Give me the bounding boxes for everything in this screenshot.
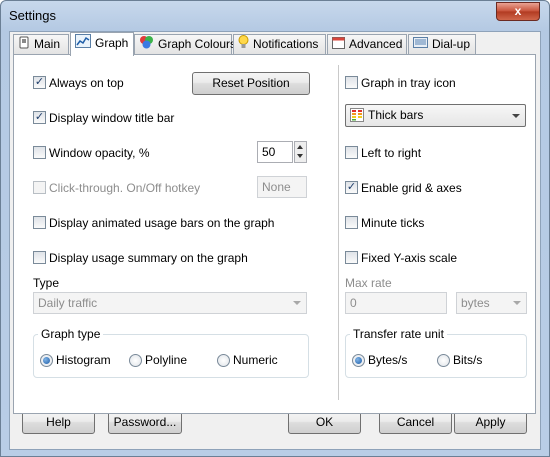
display-title-bar-label: Display window title bar bbox=[49, 111, 175, 125]
usage-summary-label: Display usage summary on the graph bbox=[49, 251, 248, 265]
transfer-unit-legend: Transfer rate unit bbox=[350, 327, 447, 341]
tab-graph-colours[interactable]: Graph Colours bbox=[134, 34, 236, 54]
bits-radio[interactable] bbox=[437, 354, 450, 367]
grid-axes-checkbox[interactable]: ✓ bbox=[345, 181, 358, 194]
type-label: Type bbox=[33, 276, 60, 290]
reset-position-button[interactable]: Reset Position bbox=[192, 72, 310, 95]
graph-tab-panel: ✓ Always on top Reset Position ✓ Display… bbox=[13, 54, 536, 414]
window-opacity-checkbox[interactable] bbox=[33, 146, 46, 159]
tab-graph[interactable]: Graph bbox=[70, 32, 134, 56]
chevron-down-icon bbox=[293, 301, 301, 305]
chevron-down-icon bbox=[512, 114, 520, 118]
ok-button[interactable]: OK bbox=[288, 411, 361, 434]
password-button[interactable]: Password... bbox=[108, 411, 182, 434]
usage-summary-checkbox[interactable] bbox=[33, 251, 46, 264]
always-on-top-label: Always on top bbox=[49, 76, 124, 90]
max-rate-input[interactable]: 0 bbox=[345, 292, 447, 314]
animated-bars-label: Display animated usage bars on the graph bbox=[49, 216, 275, 230]
chevron-down-icon bbox=[513, 301, 521, 305]
graph-style-select[interactable]: Thick bars bbox=[345, 104, 526, 127]
bytes-label: Bytes/s bbox=[368, 353, 408, 367]
window-opacity-label: Window opacity, % bbox=[49, 146, 150, 160]
calendar-icon bbox=[332, 36, 345, 54]
tab-notifications[interactable]: Notifications bbox=[233, 34, 326, 54]
tray-icon-label: Graph in tray icon bbox=[361, 76, 456, 90]
palette-icon bbox=[139, 35, 154, 54]
polyline-radio[interactable] bbox=[129, 354, 142, 367]
bars-style-icon bbox=[350, 108, 364, 129]
max-rate-label: Max rate bbox=[345, 276, 392, 290]
left-to-right-label: Left to right bbox=[361, 146, 422, 160]
fixed-y-checkbox[interactable] bbox=[345, 251, 358, 264]
tab-dial-up-label: Dial-up bbox=[432, 37, 471, 51]
click-through-checkbox[interactable] bbox=[33, 181, 46, 194]
tab-dial-up[interactable]: Dial-up bbox=[408, 34, 476, 54]
polyline-label: Polyline bbox=[145, 353, 188, 367]
tab-advanced[interactable]: Advanced bbox=[327, 34, 407, 54]
always-on-top-checkbox[interactable]: ✓ bbox=[33, 76, 46, 89]
left-to-right-checkbox[interactable] bbox=[345, 146, 358, 159]
type-select[interactable]: Daily traffic bbox=[33, 292, 307, 314]
column-divider bbox=[338, 65, 339, 400]
bits-label: Bits/s bbox=[453, 353, 483, 367]
opacity-input[interactable]: 50 bbox=[257, 141, 293, 163]
minute-ticks-checkbox[interactable] bbox=[345, 216, 358, 229]
display-title-bar-checkbox[interactable]: ✓ bbox=[33, 111, 46, 124]
minute-ticks-label: Minute ticks bbox=[361, 216, 425, 230]
apply-button[interactable]: Apply bbox=[454, 411, 527, 434]
opacity-stepper[interactable] bbox=[294, 141, 307, 163]
numeric-label: Numeric bbox=[233, 353, 278, 367]
click-through-label: Click-through. On/Off hotkey bbox=[49, 181, 201, 195]
histogram-label: Histogram bbox=[56, 353, 111, 367]
help-button[interactable]: Help bbox=[22, 411, 95, 434]
tray-icon-checkbox[interactable] bbox=[345, 76, 358, 89]
tab-notifications-label: Notifications bbox=[253, 37, 319, 51]
bytes-radio[interactable] bbox=[352, 354, 365, 367]
dialog-client: Main Graph Graph Colours Notifications A… bbox=[9, 31, 541, 450]
hotkey-field[interactable]: None bbox=[257, 176, 307, 198]
animated-bars-checkbox[interactable] bbox=[33, 216, 46, 229]
tab-advanced-label: Advanced bbox=[349, 37, 403, 51]
tab-main[interactable]: Main bbox=[13, 34, 69, 54]
type-select-value: Daily traffic bbox=[38, 296, 98, 310]
lightbulb-icon bbox=[238, 35, 249, 54]
max-rate-unit-value: bytes bbox=[461, 296, 490, 310]
settings-window: Settings x Main Graph Graph Colours Noti… bbox=[0, 0, 550, 457]
tab-graph-label: Graph bbox=[95, 36, 129, 50]
modem-icon bbox=[413, 36, 428, 54]
histogram-radio[interactable] bbox=[40, 354, 53, 367]
max-rate-unit-select[interactable]: bytes bbox=[456, 292, 527, 314]
phone-icon bbox=[18, 36, 30, 54]
graph-icon bbox=[75, 33, 91, 54]
numeric-radio[interactable] bbox=[217, 354, 230, 367]
cancel-button[interactable]: Cancel bbox=[379, 411, 452, 434]
fixed-y-label: Fixed Y-axis scale bbox=[361, 251, 458, 265]
graph-style-value: Thick bars bbox=[368, 108, 424, 122]
title-bar[interactable]: Settings x bbox=[1, 1, 549, 31]
tab-main-label: Main bbox=[34, 37, 61, 51]
tab-graph-colours-label: Graph Colours bbox=[158, 37, 237, 51]
graph-type-legend: Graph type bbox=[38, 327, 104, 341]
window-title: Settings bbox=[9, 8, 56, 23]
grid-axes-label: Enable grid & axes bbox=[361, 181, 462, 195]
close-button[interactable]: x bbox=[496, 2, 540, 21]
